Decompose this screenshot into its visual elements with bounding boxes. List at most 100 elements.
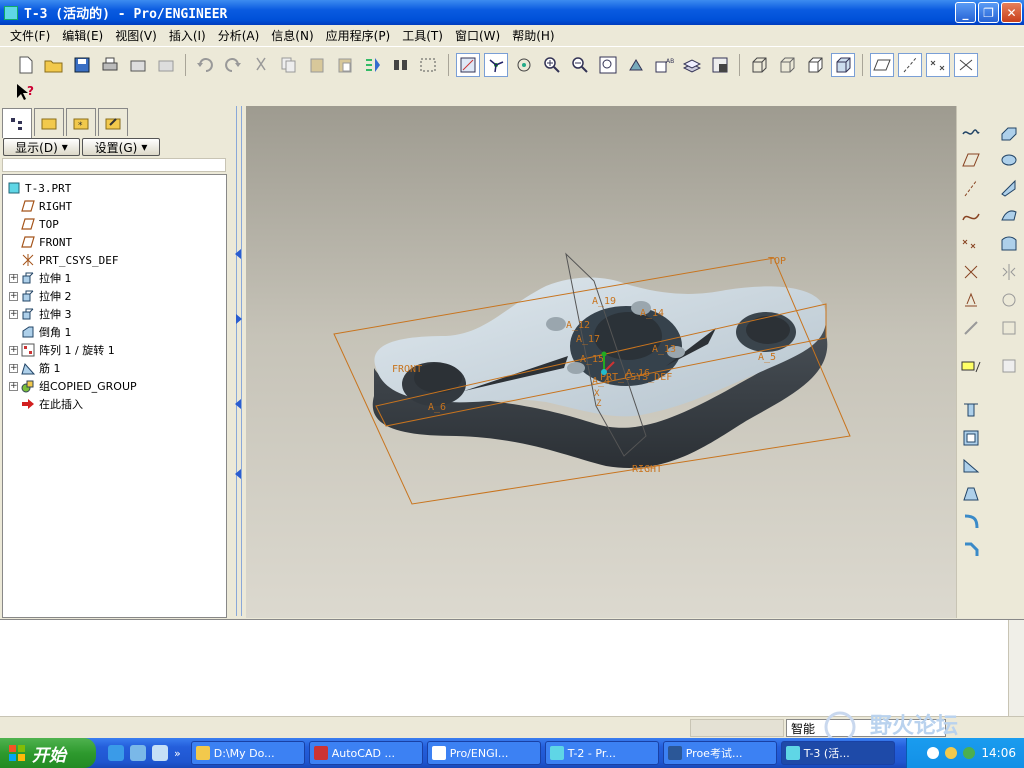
expand-icon[interactable]: + xyxy=(9,309,18,319)
task-button[interactable]: Pro/ENGI... xyxy=(426,741,541,765)
copy-icon[interactable] xyxy=(277,53,301,77)
undo-icon[interactable] xyxy=(193,53,217,77)
datum-plane-tool-icon[interactable] xyxy=(959,148,983,172)
security-icon[interactable] xyxy=(945,747,958,759)
tree-item[interactable]: 倒角 1 xyxy=(9,323,72,341)
refit-icon[interactable] xyxy=(596,53,620,77)
hidden-line-icon[interactable] xyxy=(775,53,799,77)
show-desktop-icon[interactable] xyxy=(152,745,168,761)
menu-edit[interactable]: 编辑(E) xyxy=(56,27,109,44)
open-folder-icon[interactable] xyxy=(42,53,66,77)
menu-insert[interactable]: 插入(I) xyxy=(163,27,212,44)
new-file-icon[interactable] xyxy=(14,53,38,77)
email-attach-icon[interactable] xyxy=(154,53,178,77)
task-button[interactable]: D:\My Do... xyxy=(190,741,305,765)
connections-tab[interactable] xyxy=(98,108,128,136)
csys-tool-icon[interactable] xyxy=(959,260,983,284)
reorient-icon[interactable] xyxy=(624,53,648,77)
tree-column-header[interactable] xyxy=(2,158,226,172)
settings-dropdown[interactable]: 设置(G) ▾ xyxy=(82,138,160,156)
tree-item[interactable]: 在此插入 xyxy=(9,395,83,413)
keyboard-icon[interactable] xyxy=(927,747,940,759)
menu-info[interactable]: 信息(N) xyxy=(265,27,319,44)
redo-icon[interactable] xyxy=(221,53,245,77)
draft-tool-icon[interactable] xyxy=(959,482,983,506)
graphics-window[interactable]: TOP FRONT RIGHT A_19 A_14 A_13 A_12 A_15… xyxy=(246,106,956,618)
paste-special-icon[interactable] xyxy=(333,53,357,77)
view-manager-icon[interactable] xyxy=(708,53,732,77)
ie-icon[interactable] xyxy=(108,745,124,761)
close-button[interactable]: ✕ xyxy=(1001,2,1022,23)
start-button[interactable]: 开始 xyxy=(0,738,96,768)
repaint-icon[interactable] xyxy=(456,52,480,77)
thicken-tool-icon[interactable] xyxy=(997,354,1021,378)
zoom-in-icon[interactable] xyxy=(540,53,564,77)
save-icon[interactable] xyxy=(70,53,94,77)
show-dropdown[interactable]: 显示(D) ▾ xyxy=(3,138,80,156)
menu-analysis[interactable]: 分析(A) xyxy=(212,27,266,44)
tree-item[interactable]: + 拉伸 2 xyxy=(9,287,72,305)
shell-tool-icon[interactable] xyxy=(959,426,983,450)
context-help-icon[interactable]: ? xyxy=(14,80,38,104)
expand-icon[interactable]: + xyxy=(9,345,18,355)
tree-item[interactable]: RIGHT xyxy=(9,197,72,215)
expand-icon[interactable]: + xyxy=(9,363,18,373)
analysis-tool-icon[interactable] xyxy=(959,288,983,312)
trim-tool-icon[interactable] xyxy=(959,316,983,340)
orient-mode-icon[interactable] xyxy=(512,53,536,77)
tree-item[interactable]: PRT_CSYS_DEF xyxy=(9,251,118,269)
task-button[interactable]: AutoCAD ... xyxy=(308,741,423,765)
revolve-tool-icon[interactable] xyxy=(997,148,1021,172)
task-button[interactable]: Proe考试... xyxy=(662,741,777,765)
tree-item[interactable]: FRONT xyxy=(9,233,72,251)
layers-icon[interactable] xyxy=(680,53,704,77)
tree-item[interactable]: TOP xyxy=(9,215,59,233)
message-scrollbar[interactable] xyxy=(1008,620,1024,716)
hole-tool-icon[interactable] xyxy=(959,398,983,422)
model-tree-tab[interactable] xyxy=(2,108,32,138)
csys-display-icon[interactable] xyxy=(954,52,978,77)
maximize-button[interactable]: ❐ xyxy=(978,2,999,23)
quicklaunch-icon[interactable] xyxy=(130,745,146,761)
menu-file[interactable]: 文件(F) xyxy=(4,27,56,44)
folder-browser-tab[interactable] xyxy=(34,108,64,136)
blend-tool-icon[interactable] xyxy=(997,204,1021,228)
menu-window[interactable]: 窗口(W) xyxy=(449,27,506,44)
print-icon[interactable] xyxy=(98,53,122,77)
datum-point-tool-icon[interactable] xyxy=(959,232,983,256)
task-button-active[interactable]: T-3 (活... xyxy=(780,741,895,765)
tree-item[interactable]: + 拉伸 1 xyxy=(9,269,72,287)
datum-axis-tool-icon[interactable] xyxy=(959,176,983,200)
task-button[interactable]: T-2 - Pr... xyxy=(544,741,659,765)
boundary-blend-icon[interactable] xyxy=(997,232,1021,256)
datum-axis-display-icon[interactable] xyxy=(898,52,922,77)
sketch-icon[interactable] xyxy=(959,120,983,144)
shading-icon[interactable] xyxy=(831,52,855,77)
minimize-button[interactable]: _ xyxy=(955,2,976,23)
network-icon[interactable] xyxy=(963,747,976,759)
cut-icon[interactable] xyxy=(249,53,273,77)
round-tool-icon[interactable] xyxy=(959,510,983,534)
expand-icon[interactable]: + xyxy=(9,273,18,283)
message-area[interactable] xyxy=(0,619,1024,716)
clock[interactable]: 14:06 xyxy=(981,746,1016,760)
merge-tool-icon[interactable] xyxy=(997,288,1021,312)
datum-curve-tool-icon[interactable] xyxy=(959,204,983,228)
menu-applications[interactable]: 应用程序(P) xyxy=(320,27,397,44)
tree-item[interactable]: + 拉伸 3 xyxy=(9,305,72,323)
panel-splitter[interactable] xyxy=(232,104,246,619)
tree-item[interactable]: + 筋 1 xyxy=(9,359,61,377)
favorites-tab[interactable]: * xyxy=(66,108,96,136)
saved-views-icon[interactable]: AB xyxy=(652,53,676,77)
selection-box-icon[interactable] xyxy=(417,53,441,77)
menu-help[interactable]: 帮助(H) xyxy=(506,27,560,44)
expand-icon[interactable]: + xyxy=(9,381,18,391)
find-icon[interactable] xyxy=(389,53,413,77)
wireframe-icon[interactable] xyxy=(747,53,771,77)
no-hidden-icon[interactable] xyxy=(803,53,827,77)
spin-center-icon[interactable] xyxy=(484,52,508,77)
regenerate-icon[interactable] xyxy=(361,53,385,77)
tree-item[interactable]: + 组COPIED_GROUP xyxy=(9,377,137,395)
rib-tool-icon[interactable] xyxy=(959,454,983,478)
chamfer-tool-icon[interactable] xyxy=(959,538,983,562)
